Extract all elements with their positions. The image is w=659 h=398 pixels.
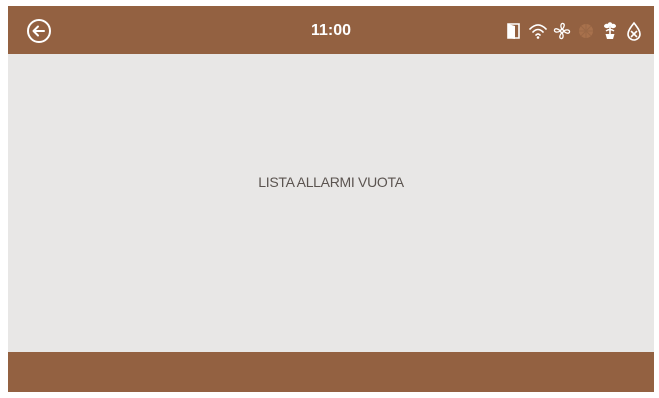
back-button[interactable] — [26, 18, 52, 44]
plant-icon — [600, 21, 620, 41]
fan-icon — [552, 21, 572, 41]
heater-icon — [576, 21, 596, 41]
empty-alarm-list-message: LISTA ALLARMI VUOTA — [258, 174, 404, 190]
alarm-list-screen: 11:00 LISTA ALLARMI VUOTA — [8, 6, 654, 392]
arrow-left-circle-icon — [27, 19, 51, 43]
status-icons — [500, 20, 644, 42]
water-off-icon — [624, 21, 644, 41]
door-icon — [504, 21, 524, 41]
alarm-list-area: LISTA ALLARMI VUOTA — [8, 54, 654, 352]
top-bar: 11:00 — [8, 6, 654, 54]
wifi-icon — [528, 21, 548, 41]
bottom-bar — [8, 352, 654, 392]
